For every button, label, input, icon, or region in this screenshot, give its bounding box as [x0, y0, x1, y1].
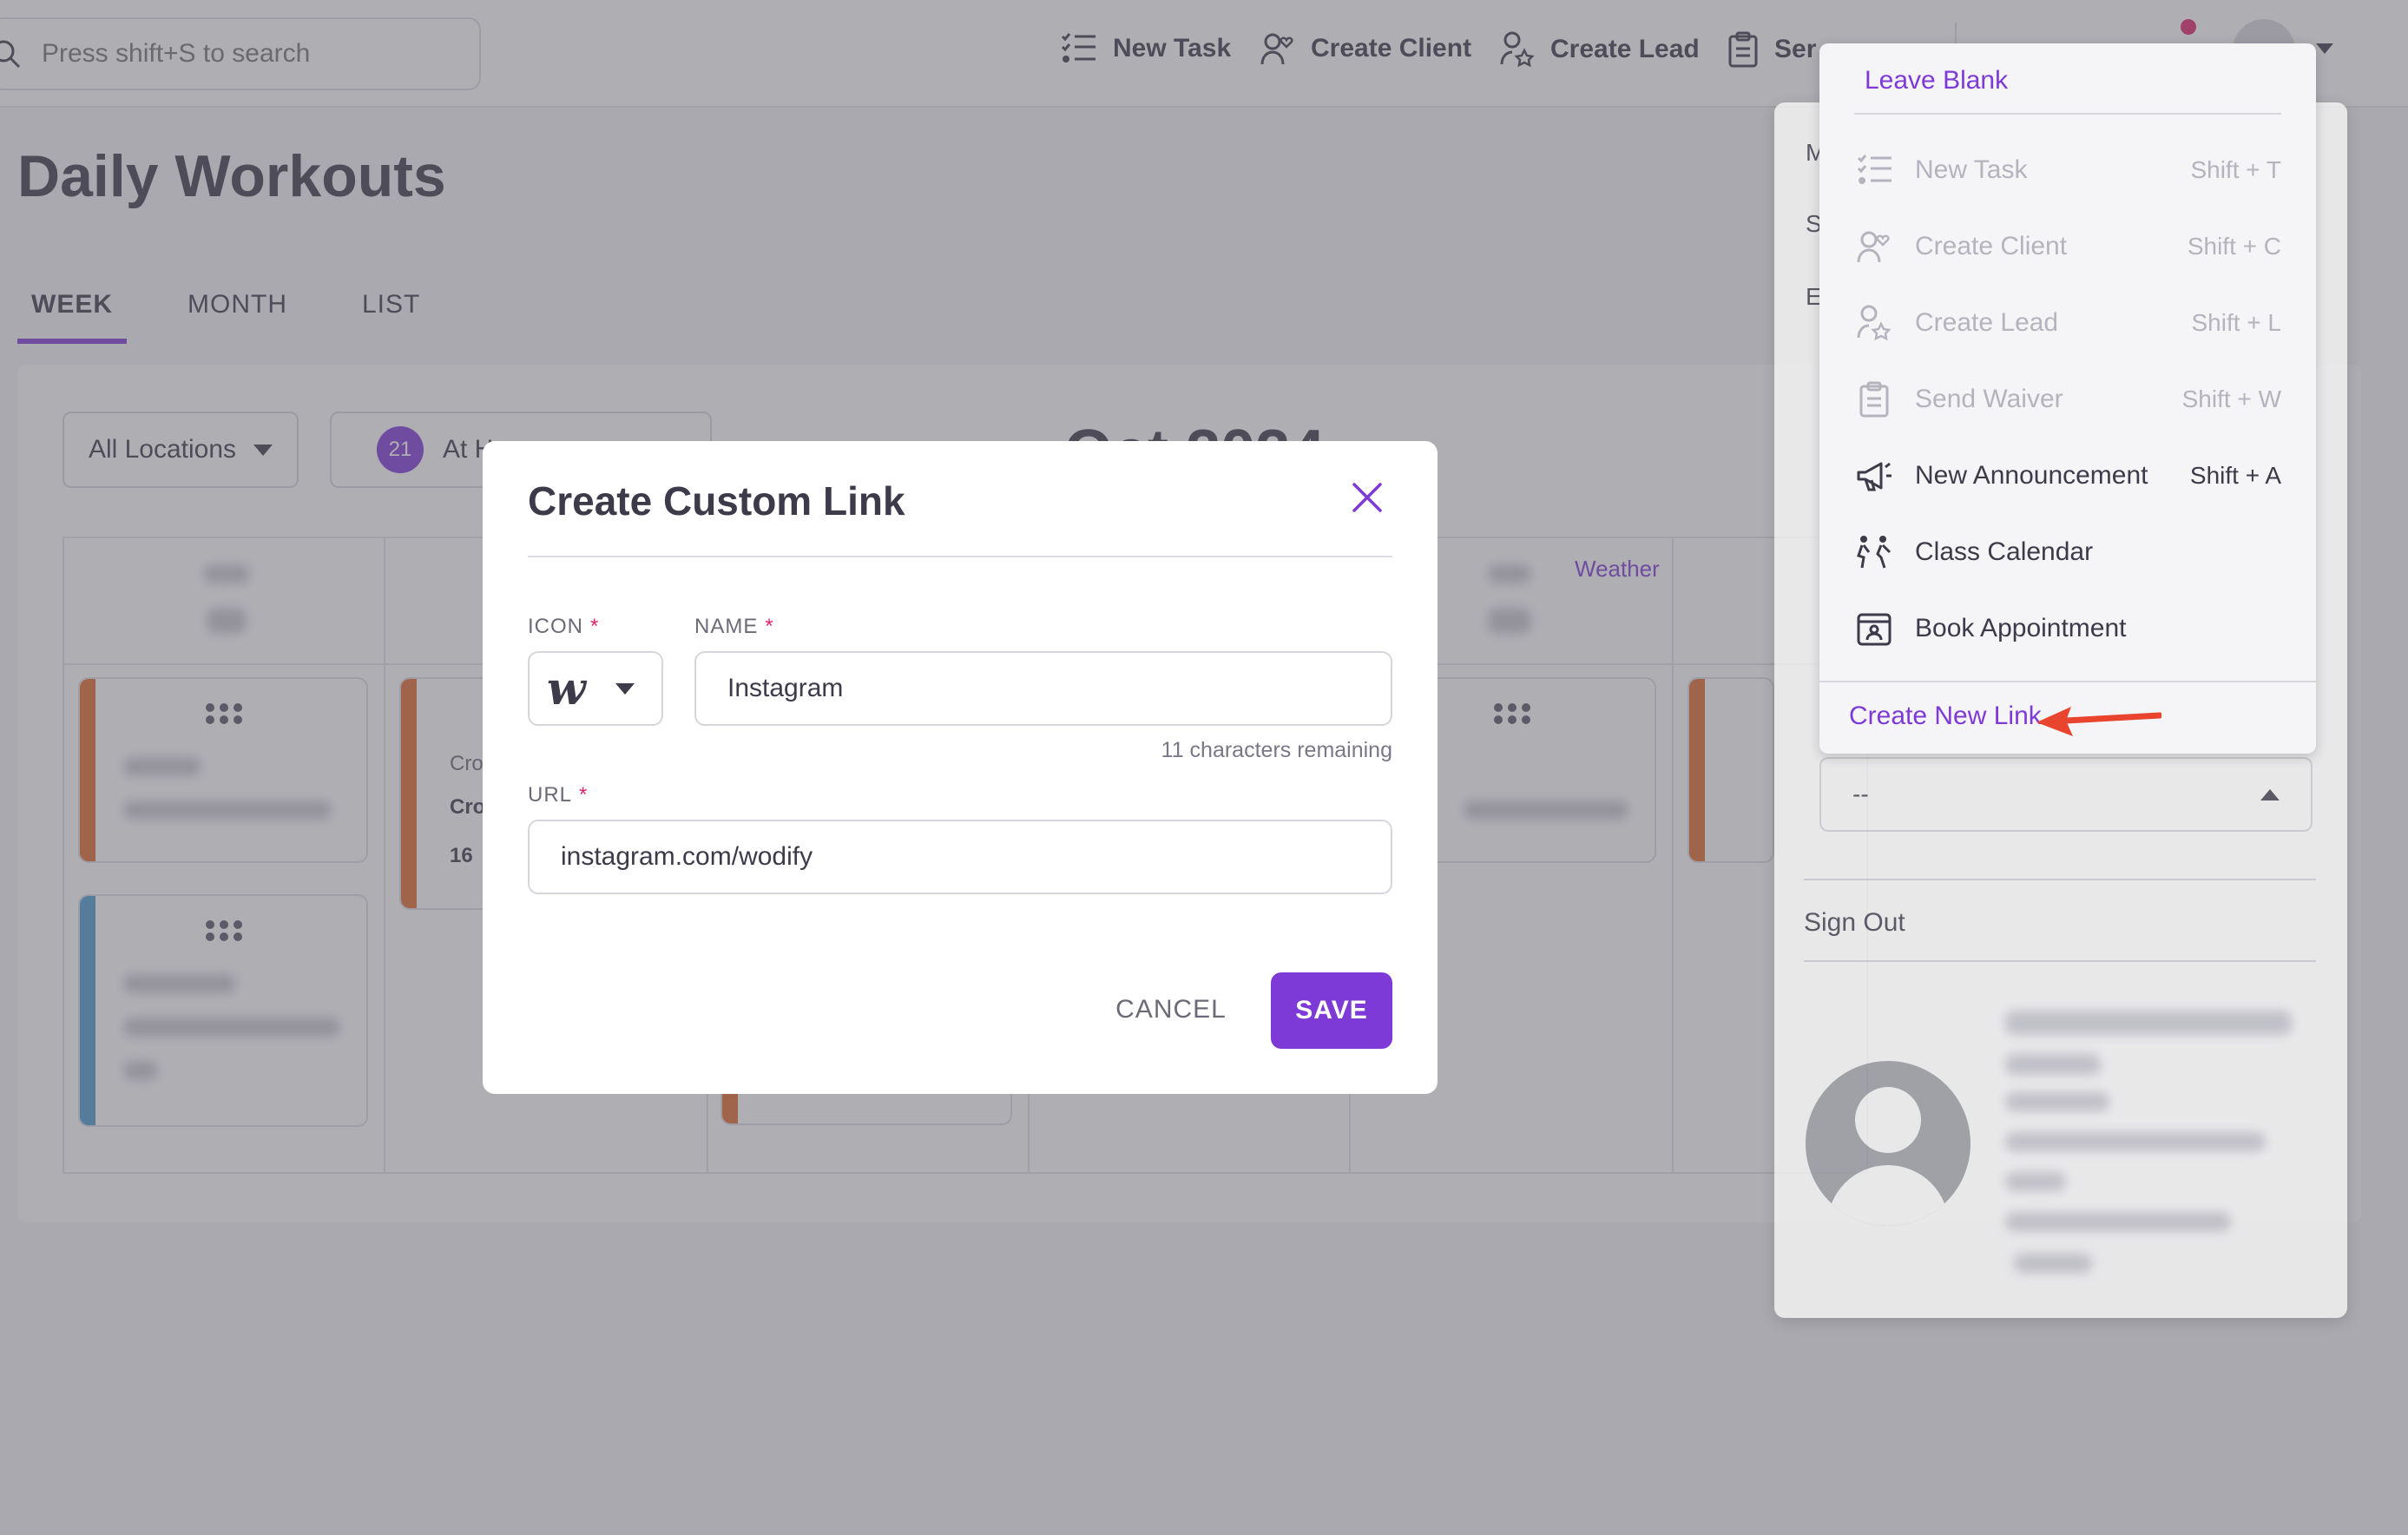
quick-menu-item-book-appointment[interactable]: Book Appointment [1852, 603, 2281, 655]
create-custom-link-dialog: Create Custom Link ICON* w NAME* 11 char… [483, 441, 1438, 1094]
required-mark: * [765, 615, 774, 638]
dialog-divider [528, 556, 1392, 557]
quick-menu-item-shortcut: Shift + T [2190, 156, 2281, 183]
clipboard-icon [1852, 378, 1896, 421]
quick-menu-item-label: New Announcement [1915, 461, 2148, 490]
task-list-icon [1852, 148, 1896, 192]
url-input[interactable] [528, 820, 1392, 894]
quick-menu-item-shortcut: Shift + C [2187, 233, 2281, 260]
save-button[interactable]: SAVE [1271, 972, 1392, 1049]
calendar-person-icon [1852, 607, 1896, 650]
divider [1819, 681, 2316, 682]
sign-out-link[interactable]: Sign Out [1804, 908, 1905, 938]
required-mark: * [590, 615, 600, 638]
megaphone-icon [1852, 454, 1896, 497]
dialog-title: Create Custom Link [528, 478, 905, 524]
name-characters-remaining: 11 characters remaining [1161, 738, 1392, 762]
quick-menu-item-label: Book Appointment [1915, 614, 2127, 642]
quick-menu-item-shortcut: Shift + L [2191, 309, 2281, 336]
link-select[interactable]: -- [1819, 757, 2313, 832]
profile-avatar [1806, 1061, 1970, 1226]
name-input[interactable] [694, 651, 1392, 726]
quick-menu-item-label: Create Lead [1915, 308, 2059, 337]
user-heart-icon [1852, 225, 1896, 268]
user-star-icon [1852, 301, 1896, 345]
workout-people-icon [1852, 530, 1896, 574]
icon-field-label: ICON * [528, 615, 600, 638]
caret-down-icon [615, 682, 635, 695]
icon-select-value: w [547, 662, 586, 715]
quick-menu-item-label: Create Client [1915, 232, 2068, 260]
caret-up-icon [2260, 788, 2280, 800]
leave-blank-option[interactable]: Leave Blank [1865, 66, 2008, 96]
quick-menu-item-shortcut: Shift + W [2181, 385, 2281, 412]
quick-menu-item-new-announcement[interactable]: New Announcement Shift + A [1852, 450, 2281, 502]
url-field-label: URL * [528, 783, 589, 807]
icon-select[interactable]: w [528, 651, 663, 726]
quick-create-menu: Leave Blank New Task Shift + T Create Cl… [1819, 43, 2316, 754]
quick-menu-item-create-lead[interactable]: Create Lead Shift + L [1852, 297, 2281, 349]
quick-menu-item-label: Class Calendar [1915, 537, 2094, 566]
quick-menu-item-create-client[interactable]: Create Client Shift + C [1852, 221, 2281, 273]
annotation-arrow-icon [2036, 707, 2161, 736]
create-new-link-option[interactable]: Create New Link [1849, 702, 2042, 731]
divider [1804, 879, 2316, 880]
quick-menu-item-label: Send Waiver [1915, 385, 2063, 413]
quick-menu-item-new-task[interactable]: New Task Shift + T [1852, 144, 2281, 196]
cancel-button[interactable]: CANCEL [1101, 972, 1241, 1047]
quick-menu-item-send-waiver[interactable]: Send Waiver Shift + W [1852, 373, 2281, 425]
name-field-label: NAME * [694, 615, 774, 638]
required-mark: * [579, 783, 589, 807]
quick-menu-item-label: New Task [1915, 155, 2028, 184]
quick-menu-item-shortcut: Shift + A [2189, 462, 2281, 489]
divider [1854, 113, 2281, 115]
quick-menu-item-class-calendar[interactable]: Class Calendar [1852, 526, 2281, 578]
divider [1804, 960, 2316, 962]
link-select-value: -- [1852, 781, 1869, 807]
close-icon[interactable] [1347, 478, 1387, 517]
